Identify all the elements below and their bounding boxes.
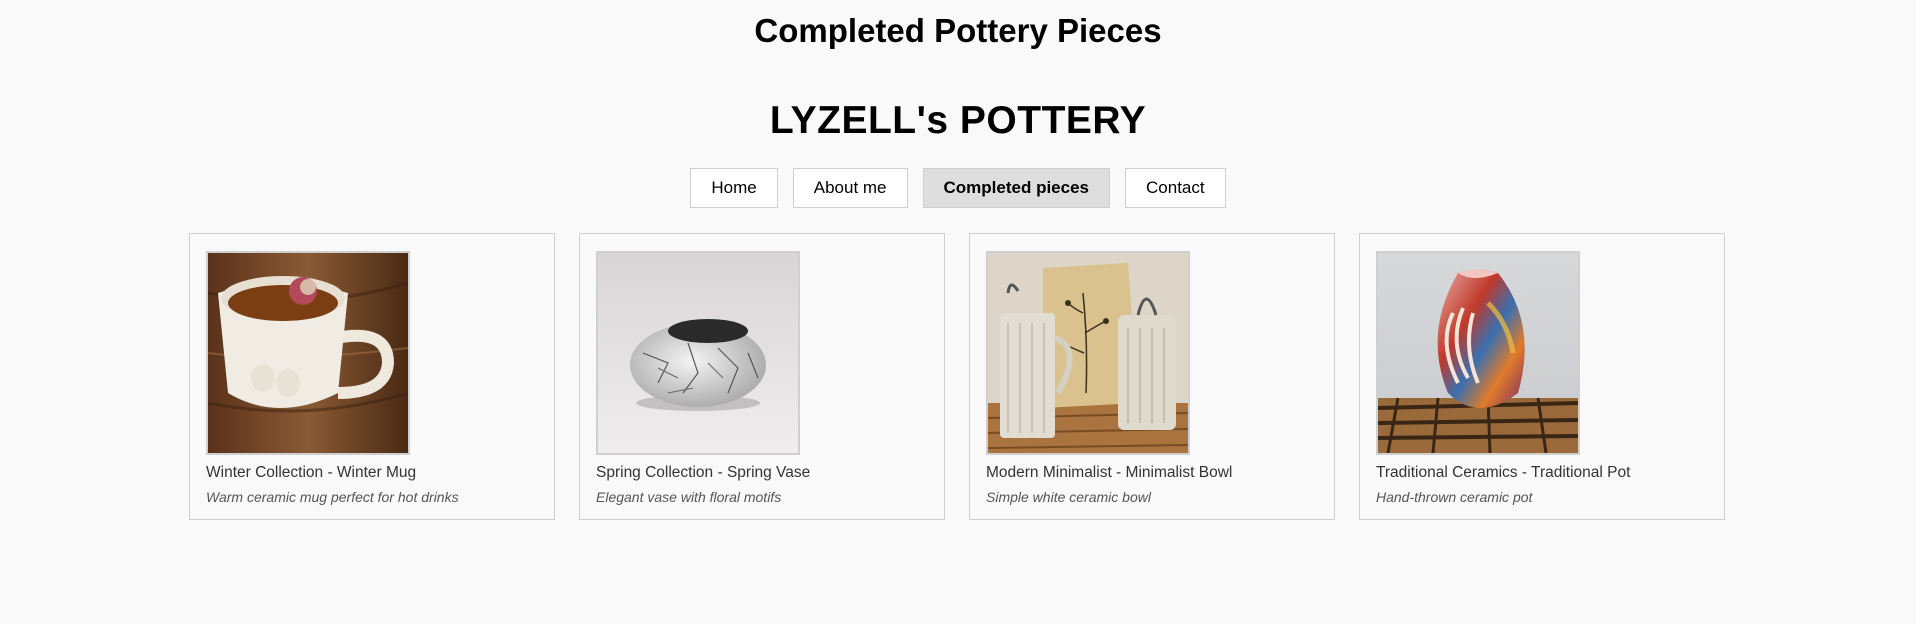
white-mug-with-tea-photo xyxy=(206,251,410,455)
card-description: Elegant vase with floral motifs xyxy=(596,489,782,505)
card-title: Traditional Ceramics - Traditional Pot xyxy=(1376,464,1631,481)
nav-home-button[interactable]: Home xyxy=(690,168,778,208)
gallery-card: Spring Collection - Spring Vase Elegant … xyxy=(579,233,945,520)
gallery-card: Winter Collection - Winter Mug Warm cera… xyxy=(189,233,555,520)
nav-contact-button[interactable]: Contact xyxy=(1125,168,1226,208)
gallery: Winter Collection - Winter Mug Warm cera… xyxy=(189,233,1725,520)
card-description: Warm ceramic mug perfect for hot drinks xyxy=(206,489,459,505)
card-title: Winter Collection - Winter Mug xyxy=(206,464,417,481)
card-description: Simple white ceramic bowl xyxy=(986,489,1151,505)
card-description: Hand-thrown ceramic pot xyxy=(1376,489,1533,505)
nav-about-button[interactable]: About me xyxy=(792,168,908,208)
textured-jars-and-vase-photo xyxy=(986,251,1190,455)
gallery-card: Modern Minimalist - Minimalist Bowl Simp… xyxy=(969,233,1335,520)
colorful-raku-vase-photo xyxy=(1376,251,1580,455)
page-title: Completed Pottery Pieces xyxy=(754,12,1162,49)
card-title: Spring Collection - Spring Vase xyxy=(596,464,811,481)
gallery-card: Traditional Ceramics - Traditional Pot H… xyxy=(1359,233,1725,520)
nav-completed-pieces-button[interactable]: Completed pieces xyxy=(922,168,1111,208)
main-nav: Home About me Completed pieces Contact xyxy=(0,168,1916,208)
card-title: Modern Minimalist - Minimalist Bowl xyxy=(986,464,1233,481)
raku-crackle-pot-photo xyxy=(596,251,800,455)
brand-title: LYZELL's POTTERY xyxy=(769,99,1147,142)
